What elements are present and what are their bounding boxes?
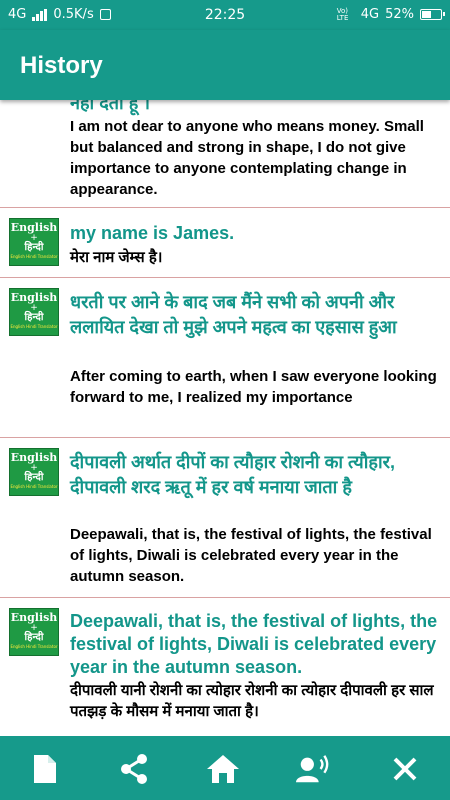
document-icon bbox=[34, 755, 56, 783]
volte-label: Vo) LTE bbox=[336, 6, 349, 22]
history-item[interactable]: नहा दता हू । I am not dear to anyone who… bbox=[0, 100, 450, 208]
source-text: दीपावली अर्थात दीपों का त्यौहार रोशनी का… bbox=[70, 452, 395, 497]
app-logo: English + हिन्दी English Hindi Translato… bbox=[9, 288, 59, 336]
source-text: नहा दता हू । bbox=[70, 100, 151, 113]
bottom-toolbar bbox=[0, 736, 450, 800]
battery-percent: 52% bbox=[385, 7, 414, 22]
history-item[interactable]: English + हिन्दी English Hindi Translato… bbox=[0, 598, 450, 736]
source-text: my name is James. bbox=[70, 223, 235, 243]
app-logo: English + हिन्दी English Hindi Translato… bbox=[9, 448, 59, 496]
source-text: Deepawali, that is, the festival of ligh… bbox=[70, 611, 438, 677]
share-icon bbox=[121, 754, 147, 784]
history-item[interactable]: English + हिन्दी English Hindi Translato… bbox=[0, 438, 450, 598]
close-icon bbox=[393, 757, 417, 781]
page-title: History bbox=[20, 52, 103, 79]
translated-text: I am not dear to anyone who means money.… bbox=[70, 118, 424, 198]
translated-text: दीपावली यानी रोशनी का त्योहार रोशनी का त… bbox=[70, 682, 434, 720]
network-right-label: 4G bbox=[360, 7, 380, 22]
history-list[interactable]: नहा दता हू । I am not dear to anyone who… bbox=[0, 100, 450, 736]
document-button[interactable] bbox=[28, 752, 62, 786]
translated-text: मेरा नाम जेम्स है। bbox=[70, 249, 163, 266]
home-button[interactable] bbox=[206, 752, 240, 786]
history-item[interactable]: English + हिन्दी English Hindi Translato… bbox=[0, 278, 450, 438]
app-logo: English + हिन्दी English Hindi Translato… bbox=[9, 608, 59, 656]
speak-button[interactable] bbox=[296, 752, 330, 786]
history-item[interactable]: English + हिन्दी English Hindi Translato… bbox=[0, 208, 450, 278]
speak-icon bbox=[296, 755, 329, 783]
status-bar: 4G 0.5K/s 22:25 Vo) LTE 4G 52% bbox=[0, 0, 450, 30]
close-button[interactable] bbox=[388, 752, 422, 786]
source-text: धरती पर आने के बाद जब मैंने सभी को अपनी … bbox=[70, 292, 397, 337]
app-logo: English + हिन्दी English Hindi Translato… bbox=[9, 218, 59, 266]
battery-icon bbox=[420, 9, 445, 20]
translated-text: After coming to earth, when I saw everyo… bbox=[70, 368, 437, 406]
translated-text: Deepawali, that is, the festival of ligh… bbox=[70, 526, 432, 585]
home-icon bbox=[207, 755, 239, 783]
app-bar: History bbox=[0, 30, 450, 100]
share-button[interactable] bbox=[117, 752, 151, 786]
